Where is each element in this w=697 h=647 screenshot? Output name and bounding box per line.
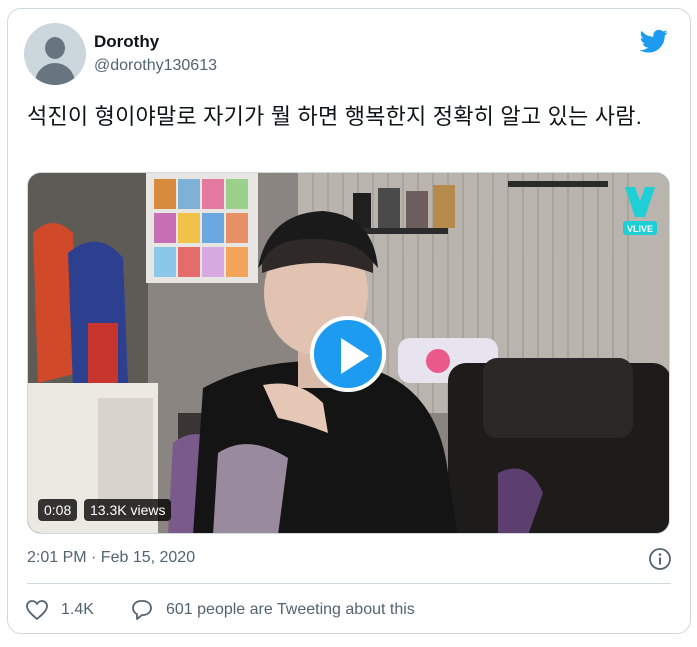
display-name[interactable]: Dorothy bbox=[94, 32, 159, 52]
avatar-head bbox=[45, 37, 65, 59]
avatar-body bbox=[35, 63, 75, 85]
like-button[interactable]: 1.4K bbox=[25, 599, 94, 621]
twitter-bird-icon[interactable] bbox=[638, 27, 670, 55]
divider bbox=[27, 583, 671, 584]
video-player[interactable]: VLIVE 0:08 13.3K views bbox=[27, 172, 670, 534]
tweet-timestamp[interactable]: 2:01 PM · Feb 15, 2020 bbox=[27, 549, 195, 567]
user-handle[interactable]: @dorothy130613 bbox=[94, 57, 217, 75]
heart-icon bbox=[26, 600, 48, 620]
like-count: 1.4K bbox=[61, 601, 94, 618]
tweet-text: 석진이 형이야말로 자기가 뭘 하면 행복한지 정확히 알고 있는 사람. bbox=[27, 104, 643, 129]
vlive-watermark: VLIVE bbox=[623, 187, 657, 235]
info-icon[interactable] bbox=[648, 547, 672, 571]
play-button[interactable] bbox=[310, 316, 386, 392]
vlive-label: VLIVE bbox=[627, 224, 653, 234]
speech-bubble-icon bbox=[132, 600, 152, 620]
play-icon bbox=[341, 338, 369, 374]
avatar[interactable] bbox=[24, 23, 86, 85]
view-count: 13.3K views bbox=[84, 499, 172, 521]
video-duration: 0:08 bbox=[38, 499, 78, 521]
tweeting-about-text: 601 people are Tweeting about this bbox=[166, 601, 415, 618]
tweeting-about-link[interactable]: 601 people are Tweeting about this bbox=[130, 599, 415, 621]
tweet-card[interactable]: Dorothy @dorothy130613 석진이 형이야말로 자기가 뭘 하… bbox=[7, 8, 691, 634]
